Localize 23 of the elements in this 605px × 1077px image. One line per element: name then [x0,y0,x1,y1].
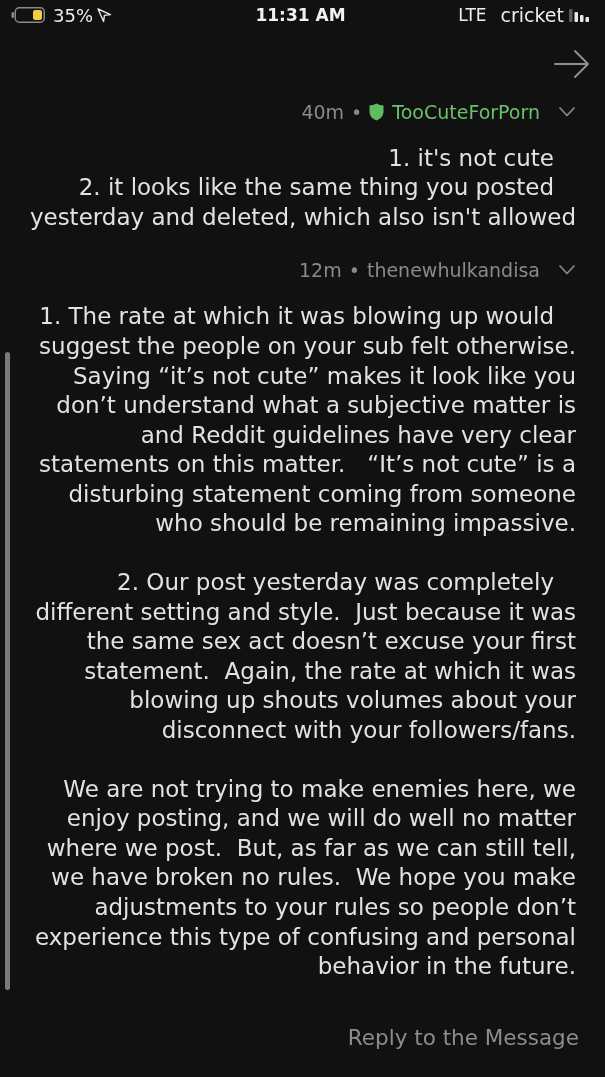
comment-age: 40m [301,100,345,123]
comment-text: We are not trying to make enemies here, we enjoy posting, and we will do well no matter where we post. But, as far as we can still tell, we have broken no rules. We hope you make adjustments to your rules so people don’t experience this type of confusing and personal behavior in the future. [34,774,576,982]
author-name[interactable]: TooCuteForPorn [392,100,540,123]
comment-text: 2. Our post yesterday was completely different setting and style. Just because it was the same sex act doesn’t excuse your first statement. Again, the rate at which it was blowing up shouts volumes about your disconnect with your followers/fans. [34,568,576,746]
chevron-down-icon[interactable] [559,106,575,117]
comment-text: 2. it looks like the same thing you posted yesterday and deleted, which also isn't allowed [28,173,576,232]
signal-icon [569,8,590,22]
location-arrow-icon [97,7,112,23]
comment-text: 1. it's not cute [387,143,555,173]
battery-percent: 35% [53,4,93,26]
network-type: LTE [458,5,487,26]
reply-field[interactable]: Reply to the Message [39,1015,579,1060]
clock-time: 11:31 AM [255,5,346,26]
carrier-name: cricket [500,4,564,27]
battery-icon [11,7,45,24]
chevron-down-icon[interactable] [559,265,575,276]
author-name[interactable]: thenewhulkandisa [366,259,540,282]
shield-icon [369,102,385,121]
separator-dot: • [351,100,363,123]
separator-dot: • [348,259,360,282]
comment-text: 1. The rate at which it was blowing up would suggest the people on your sub felt otherwise. Saying “it’s not cute” makes it look like you don’t understand what a subjective matter is and Reddit guidelines have very clear statements on this matter. “It’s not cute” is a disturbing statement coming from someone who should be remaining impassive. [38,302,576,539]
arrow-icon[interactable] [554,49,590,80]
comment-age: 12m [299,259,342,282]
